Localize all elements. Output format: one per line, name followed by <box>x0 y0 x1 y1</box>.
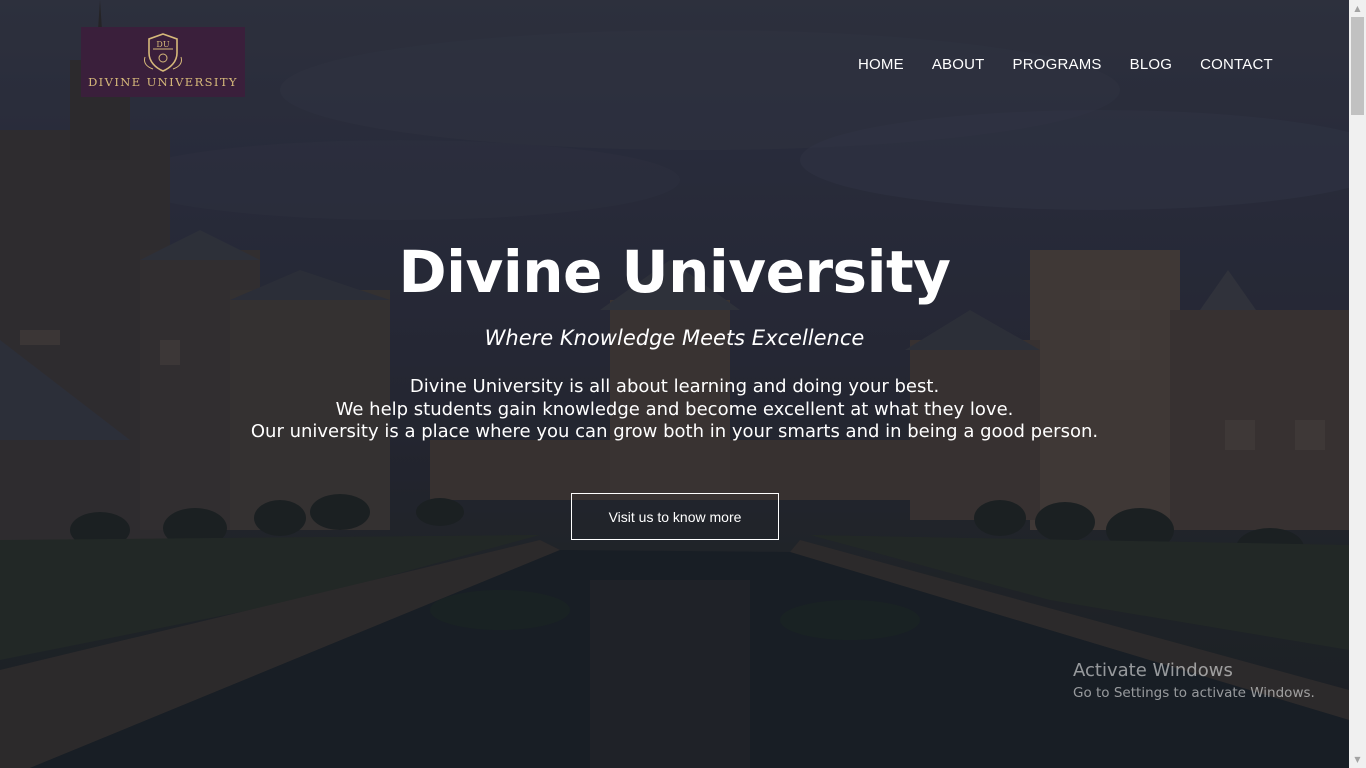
logo-text: DIVINE UNIVERSITY <box>88 75 238 89</box>
watermark-subtitle: Go to Settings to activate Windows. <box>1073 685 1315 701</box>
hero-tagline: Where Knowledge Meets Excellence <box>484 326 865 350</box>
watermark-title: Activate Windows <box>1073 660 1233 681</box>
hero-description: Divine University is all about learning … <box>0 376 1349 444</box>
nav-blog[interactable]: BLOG <box>1130 56 1172 73</box>
university-crest-icon: DU <box>144 33 182 72</box>
nav-programs[interactable]: PROGRAMS <box>1013 56 1102 73</box>
scroll-up-arrow-icon[interactable]: ▲ <box>1349 0 1366 17</box>
scroll-down-arrow-icon[interactable]: ▼ <box>1349 751 1366 768</box>
vertical-scrollbar[interactable]: ▲ ▼ <box>1349 0 1366 768</box>
description-line: We help students gain knowledge and beco… <box>335 398 1014 420</box>
crest-initials: DU <box>156 40 169 49</box>
activate-windows-watermark: Activate Windows Go to Settings to activ… <box>1073 660 1315 701</box>
nav-home[interactable]: HOME <box>858 56 904 73</box>
visit-us-button[interactable]: Visit us to know more <box>571 493 779 540</box>
site-logo[interactable]: DU DIVINE UNIVERSITY <box>81 27 245 97</box>
description-line: Our university is a place where you can … <box>250 421 1099 442</box>
nav-contact[interactable]: CONTACT <box>1200 56 1273 73</box>
description-line: Divine University is all about learning … <box>409 376 940 397</box>
main-nav: HOME ABOUT PROGRAMS BLOG CONTACT <box>858 56 1273 73</box>
scroll-thumb[interactable] <box>1351 17 1364 115</box>
hero-title: Divine University <box>398 238 952 306</box>
nav-about[interactable]: ABOUT <box>932 56 985 73</box>
